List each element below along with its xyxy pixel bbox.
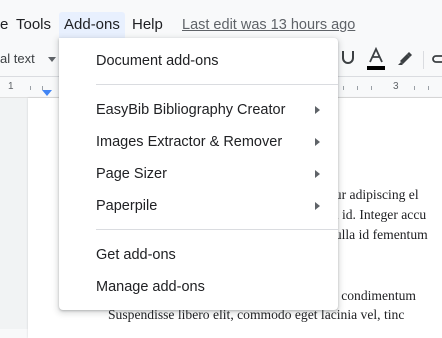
images-extractor-item[interactable]: Images Extractor & Remover — [96, 132, 282, 152]
submenu-arrow-icon — [315, 138, 320, 146]
page-sizer-item[interactable]: Page Sizer — [96, 164, 167, 184]
ruler-tick — [30, 86, 31, 90]
paragraph-style-select[interactable]: al text — [0, 51, 35, 66]
get-add-ons-item[interactable]: Get add-ons — [96, 245, 176, 265]
ruler-number: 1 — [8, 81, 14, 92]
last-edit-link[interactable]: Last edit was 13 hours ago — [182, 12, 355, 38]
ruler-tick — [414, 86, 415, 90]
submenu-arrow-icon — [315, 170, 320, 178]
indent-marker[interactable] — [42, 90, 52, 96]
submenu-arrow-icon — [315, 202, 320, 210]
chevron-down-icon[interactable] — [48, 57, 56, 62]
menu-tools[interactable]: Tools — [11, 12, 56, 38]
paperpile-item[interactable]: Paperpile — [96, 196, 157, 216]
easybib-item[interactable]: EasyBib Bibliography Creator — [96, 100, 285, 120]
submenu-arrow-icon — [315, 106, 320, 114]
menu-add-ons[interactable]: Add-ons — [59, 12, 125, 38]
menu-bar: e Tools Add-ons Help Last edit was 13 ho… — [0, 0, 442, 42]
ruler-tick — [428, 86, 429, 90]
toolbar-divider — [423, 51, 424, 69]
menu-separator — [96, 229, 338, 230]
manage-add-ons-item[interactable]: Manage add-ons — [96, 277, 205, 297]
ruler-tick — [343, 86, 344, 90]
add-ons-menu: Document add-ons EasyBib Bibliography Cr… — [59, 38, 338, 310]
link-icon[interactable] — [430, 47, 442, 71]
ruler-tick — [371, 86, 372, 90]
ruler-number: 3 — [393, 81, 399, 92]
menu-help[interactable]: Help — [127, 12, 168, 38]
highlight-color-icon[interactable] — [394, 47, 416, 71]
document-text-line: ue condimentum — [325, 288, 416, 303]
underline-icon[interactable] — [337, 47, 359, 71]
document-text-line: lla id. Integer accu — [325, 207, 427, 222]
ruler-tick — [357, 86, 358, 90]
document-text-line: Nulla id fementum — [325, 227, 428, 242]
text-color-icon[interactable] — [365, 46, 387, 71]
document-add-ons-item[interactable]: Document add-ons — [96, 51, 219, 71]
document-text-line: etur adipiscing el — [325, 187, 419, 202]
menu-separator — [96, 84, 338, 85]
